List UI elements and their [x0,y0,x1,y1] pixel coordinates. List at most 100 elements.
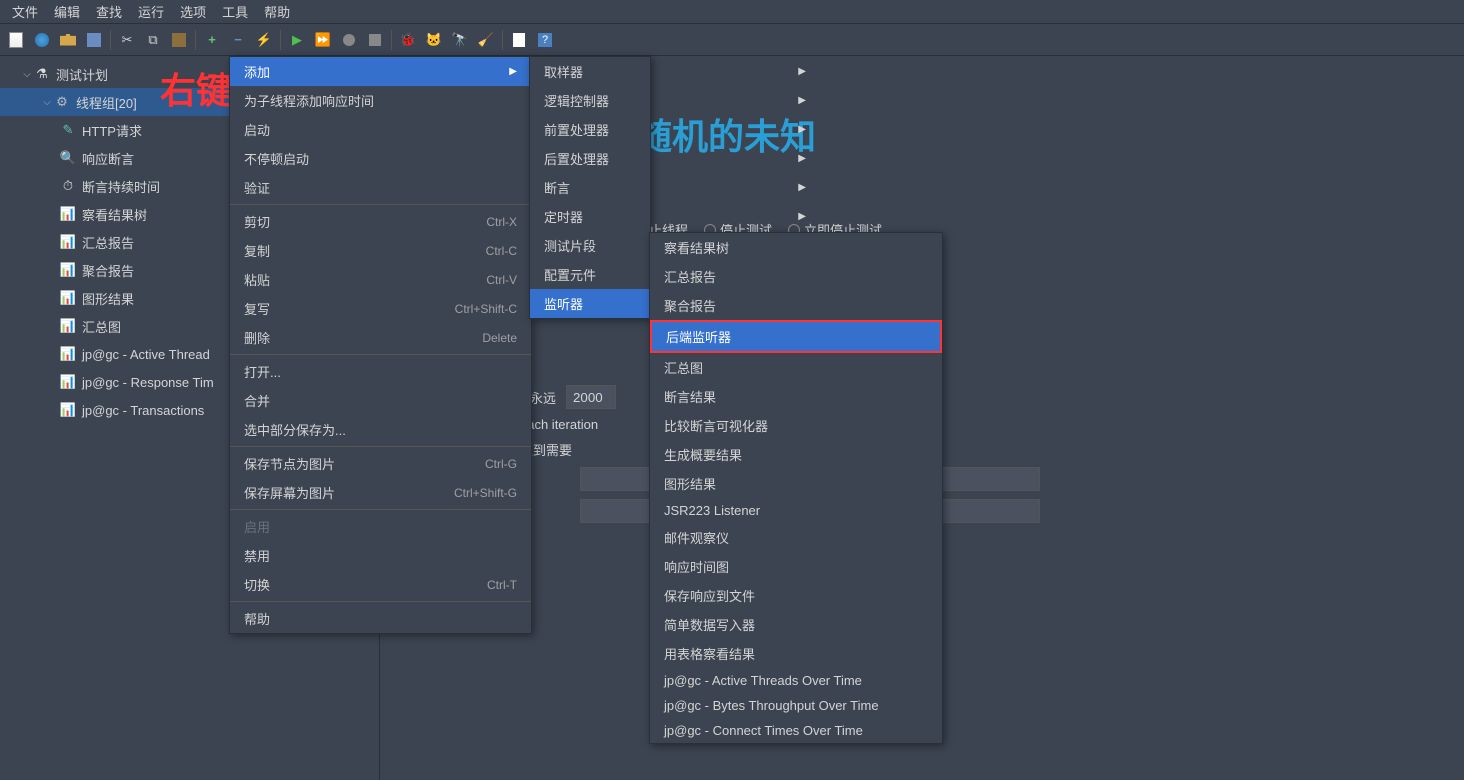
chevron-right-icon: ▶ [798,211,806,222]
chevron-right-icon: ▶ [798,124,806,135]
play-fast-icon: ⏩ [315,32,331,48]
ctx-main-item-7[interactable]: 复制Ctrl-C [230,236,531,265]
ctx-main-item-0[interactable]: 添加▶ [230,57,531,86]
toolbar-open[interactable] [56,28,80,52]
ctx-listener-item-7[interactable]: 生成概要结果 [650,440,942,469]
menu-shortcut: Ctrl+Shift-C [455,302,517,316]
menu-tools[interactable]: 工具 [214,0,256,23]
chevron-down-icon[interactable]: ⌵ [20,69,34,80]
copy-icon: ⧉ [148,32,157,48]
toolbar-search[interactable]: 🔭 [448,28,472,52]
menu-run[interactable]: 运行 [130,0,172,23]
toolbar-func[interactable] [507,28,531,52]
toolbar-save[interactable] [82,28,106,52]
ctx-listener-item-13[interactable]: 简单数据写入器 [650,610,942,639]
help-icon: ? [538,33,552,47]
toolbar-paste[interactable] [167,28,191,52]
chart-icon: 📊 [60,290,76,306]
menu-item-label: 保存屏幕为图片 [244,483,335,502]
clock-icon: ⏱ [60,178,76,194]
tree-label: jp@gc - Response Tim [82,375,214,390]
ctx-main-item-10[interactable]: 删除Delete [230,323,531,352]
ctx-add-item-5[interactable]: 定时器▶ [530,202,820,231]
ctx-main-item-21[interactable]: 切换Ctrl-T [230,570,531,599]
ctx-main-item-23[interactable]: 帮助 [230,604,531,633]
menu-file[interactable]: 文件 [4,0,46,23]
ctx-listener-item-4[interactable]: 汇总图 [650,353,942,382]
ctx-listener-item-11[interactable]: 响应时间图 [650,552,942,581]
ctx-main-item-9[interactable]: 复写Ctrl+Shift-C [230,294,531,323]
menu-edit[interactable]: 编辑 [46,0,88,23]
tree-label: jp@gc - Transactions [82,403,204,418]
toolbar-start-no-pause[interactable]: ⏩ [311,28,335,52]
toolbar-collapse[interactable]: − [226,28,250,52]
toolbar-expand[interactable]: + [200,28,224,52]
ctx-listener-item-15[interactable]: jp@gc - Active Threads Over Time [650,668,942,693]
ctx-main-item-16[interactable]: 保存节点为图片Ctrl-G [230,449,531,478]
ctx-main-item-3[interactable]: 不停顿启动 [230,144,531,173]
menu-item-label: 察看结果树 [664,238,729,257]
menu-item-label: 生成概要结果 [664,445,742,464]
menu-item-label: 用表格察看结果 [664,644,755,663]
ctx-main-item-14[interactable]: 选中部分保存为... [230,415,531,444]
toolbar-shutdown[interactable] [363,28,387,52]
ctx-listener-item-8[interactable]: 图形结果 [650,469,942,498]
ctx-listener-item-3[interactable]: 后端监听器 [650,320,942,353]
ctx-listener-item-16[interactable]: jp@gc - Bytes Throughput Over Time [650,693,942,718]
ctx-listener-item-14[interactable]: 用表格察看结果 [650,639,942,668]
toolbar-templates[interactable] [30,28,54,52]
ctx-main-item-13[interactable]: 合并 [230,386,531,415]
toolbar-copy[interactable]: ⧉ [141,28,165,52]
separator [230,204,531,205]
separator [230,446,531,447]
file-new-icon [9,32,23,48]
ctx-listener-item-9[interactable]: JSR223 Listener [650,498,942,523]
ctx-listener-item-12[interactable]: 保存响应到文件 [650,581,942,610]
ctx-listener-item-17[interactable]: jp@gc - Connect Times Over Time [650,718,942,743]
toolbar-clear1[interactable]: 🐞 [396,28,420,52]
ctx-listener-item-2[interactable]: 聚合报告 [650,291,942,320]
ctx-main-item-4[interactable]: 验证 [230,173,531,202]
ctx-add-item-1[interactable]: 逻辑控制器▶ [530,86,820,115]
ctx-main-item-12[interactable]: 打开... [230,357,531,386]
menu-item-label: 切换 [244,575,270,594]
ctx-add-item-3[interactable]: 后置处理器▶ [530,144,820,173]
toolbar-clear2[interactable]: 🐱 [422,28,446,52]
separator [110,30,111,50]
ctx-listener-item-6[interactable]: 比较断言可视化器 [650,411,942,440]
chart-icon: 📊 [60,206,76,222]
ctx-add-item-2[interactable]: 前置处理器▶ [530,115,820,144]
ctx-listener-item-10[interactable]: 邮件观察仪 [650,523,942,552]
ctx-listener-item-1[interactable]: 汇总报告 [650,262,942,291]
ctx-main-item-20[interactable]: 禁用 [230,541,531,570]
chevron-down-icon[interactable]: ⌵ [40,97,54,108]
tree-label: 线程组[20] [76,93,137,112]
toolbar-start[interactable]: ▶ [285,28,309,52]
ctx-main-item-1[interactable]: 为子线程添加响应时间 [230,86,531,115]
loop-count-input[interactable] [566,385,616,409]
toolbar-cut[interactable]: ✂ [115,28,139,52]
toolbar-clearall[interactable]: 🧹 [474,28,498,52]
ctx-main-item-17[interactable]: 保存屏幕为图片Ctrl+Shift-G [230,478,531,507]
toolbar-help[interactable]: ? [533,28,557,52]
ctx-add-item-4[interactable]: 断言▶ [530,173,820,202]
pencil-icon: ✎ [60,122,76,138]
broom-icon: 🧹 [478,32,494,48]
toolbar-new[interactable] [4,28,28,52]
ctx-main-item-6[interactable]: 剪切Ctrl-X [230,207,531,236]
ctx-main-item-8[interactable]: 粘贴Ctrl-V [230,265,531,294]
menu-shortcut: Ctrl-X [486,215,517,229]
menu-item-label: 验证 [244,178,270,197]
toolbar-stop[interactable] [337,28,361,52]
menu-help[interactable]: 帮助 [256,0,298,23]
globe-icon [35,33,49,47]
ctx-listener-item-5[interactable]: 断言结果 [650,382,942,411]
ctx-add-item-0[interactable]: 取样器▶ [530,57,820,86]
ctx-listener-item-0[interactable]: 察看结果树 [650,233,942,262]
menu-find[interactable]: 查找 [88,0,130,23]
menu-item-label: jp@gc - Connect Times Over Time [664,723,863,738]
toolbar-toggle[interactable]: ⚡ [252,28,276,52]
menu-shortcut: Ctrl-C [486,244,517,258]
menu-options[interactable]: 选项 [172,0,214,23]
ctx-main-item-2[interactable]: 启动 [230,115,531,144]
